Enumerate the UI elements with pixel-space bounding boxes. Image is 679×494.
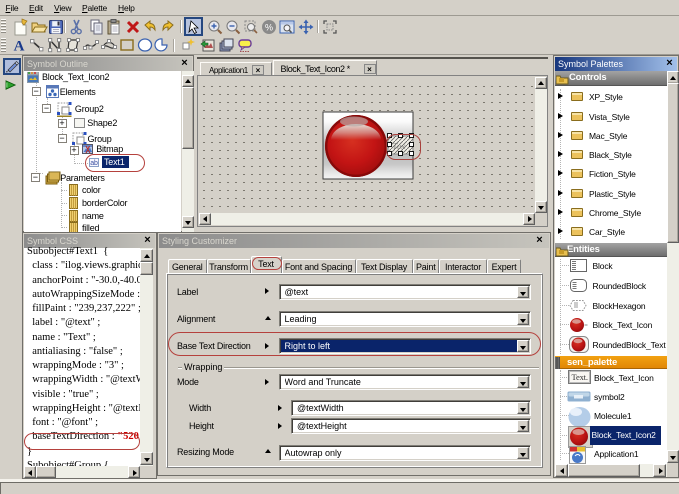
svg-text:%: % bbox=[265, 23, 273, 33]
svg-text:Text.: Text. bbox=[572, 372, 588, 382]
svg-text:A: A bbox=[14, 39, 25, 55]
